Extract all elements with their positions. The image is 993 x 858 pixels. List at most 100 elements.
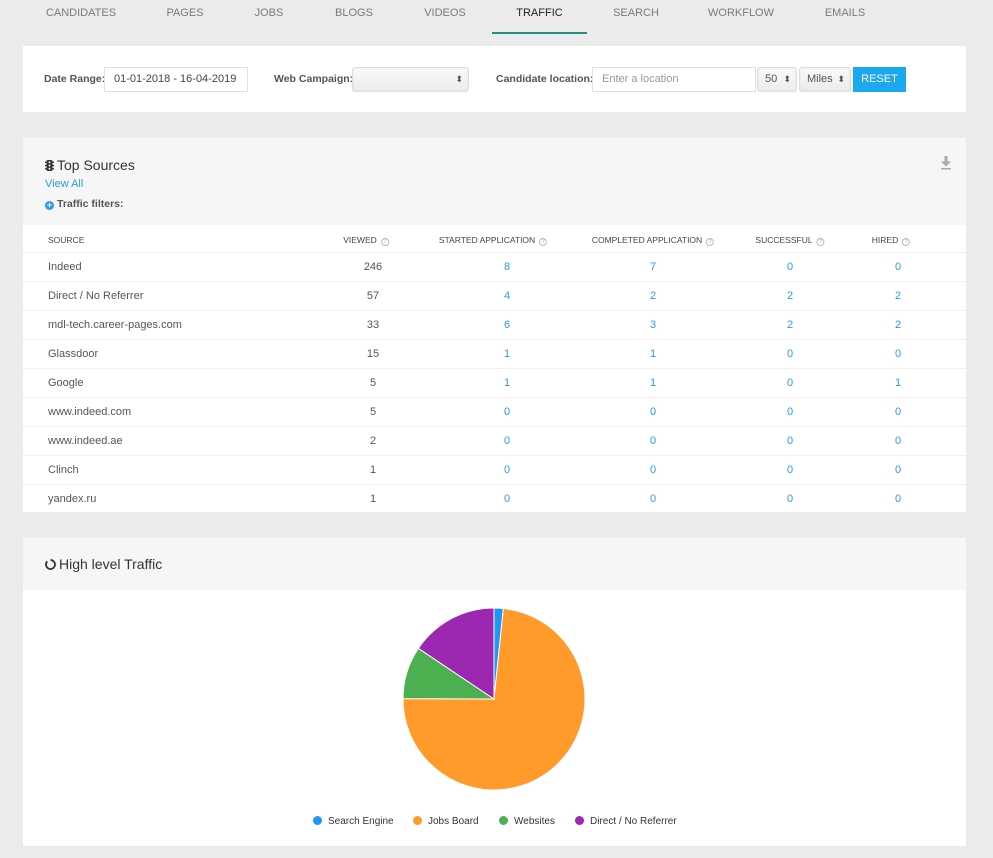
tab-search[interactable]: SEARCH <box>596 0 676 34</box>
column-header-label: SOURCE <box>48 235 85 245</box>
help-icon[interactable]: ? <box>816 238 825 246</box>
cell-completed[interactable]: 0 <box>633 435 673 447</box>
cell-hired[interactable]: 0 <box>878 464 918 476</box>
cell-successful[interactable]: 2 <box>770 290 810 302</box>
cell-viewed: 15 <box>366 348 380 360</box>
top-sources-header: Top Sources View All + Traffic filters: <box>23 138 966 225</box>
legend-dot-icon <box>499 816 508 825</box>
cell-viewed: 246 <box>363 261 383 273</box>
date-range-label: Date Range: <box>44 73 106 85</box>
cell-successful[interactable]: 0 <box>770 406 810 418</box>
cell-started[interactable]: 6 <box>487 319 527 331</box>
cell-completed[interactable]: 2 <box>633 290 673 302</box>
help-icon[interactable]: ? <box>706 238 715 246</box>
cell-viewed: 33 <box>366 319 380 331</box>
tab-blogs[interactable]: BLOGS <box>320 0 388 34</box>
cell-started[interactable]: 0 <box>487 406 527 418</box>
cell-started[interactable]: 1 <box>487 377 527 389</box>
analytics-tabs: CANDIDATES PAGES JOBS BLOGS VIDEOS TRAFFIC SEA… <box>0 0 993 34</box>
tab-videos[interactable]: VIDEOS <box>408 0 482 34</box>
legend-dot-icon <box>413 816 422 825</box>
legend-label: Websites <box>514 816 555 827</box>
radius-select[interactable]: 50 ⬍ <box>757 67 797 92</box>
legend-label: Jobs Board <box>428 816 479 827</box>
cell-viewed: 1 <box>369 493 377 505</box>
cell-started[interactable]: 0 <box>487 493 527 505</box>
traffic-light-icon <box>45 160 54 171</box>
cell-successful[interactable]: 0 <box>770 348 810 360</box>
table-header: SOURCE VIEWED? STARTED APPLICATION? COMPLET… <box>23 225 966 252</box>
cell-viewed: 57 <box>366 290 380 302</box>
traffic-filters-toggle[interactable]: + Traffic filters: <box>45 198 124 210</box>
table-row: Direct / No Referrer 57 4 2 2 2 <box>23 281 966 310</box>
cell-hired[interactable]: 1 <box>878 377 918 389</box>
cell-hired[interactable]: 0 <box>878 493 918 505</box>
legend-dot-icon <box>313 816 322 825</box>
cell-hired[interactable]: 2 <box>878 290 918 302</box>
cell-hired[interactable]: 0 <box>878 348 918 360</box>
cell-completed[interactable]: 1 <box>633 377 673 389</box>
help-icon[interactable]: ? <box>539 238 548 246</box>
cell-source: www.indeed.ae <box>48 435 123 447</box>
column-header-successful: SUCCESSFUL? <box>755 235 825 246</box>
web-campaign-select[interactable]: ⬍ <box>352 67 469 92</box>
date-range-input[interactable]: 01-01-2018 - 16-04-2019 <box>104 67 248 92</box>
cell-successful[interactable]: 0 <box>770 493 810 505</box>
unit-select[interactable]: Miles ⬍ <box>799 67 851 92</box>
cell-started[interactable]: 0 <box>487 464 527 476</box>
help-icon[interactable]: ? <box>380 238 389 246</box>
cell-hired[interactable]: 0 <box>878 406 918 418</box>
candidate-location-label: Candidate location: <box>496 73 594 85</box>
tab-traffic[interactable]: TRAFFIC <box>492 0 587 34</box>
cell-started[interactable]: 1 <box>487 348 527 360</box>
download-icon[interactable] <box>940 156 952 170</box>
cell-hired[interactable]: 0 <box>878 435 918 447</box>
cell-hired[interactable]: 2 <box>878 319 918 331</box>
help-icon[interactable]: ? <box>902 238 911 246</box>
top-sources-panel: Top Sources View All + Traffic filters: S… <box>23 138 966 512</box>
cell-successful[interactable]: 0 <box>770 261 810 273</box>
candidate-location-input[interactable]: Enter a location <box>592 67 756 92</box>
tab-workflow[interactable]: WORKFLOW <box>694 0 788 34</box>
reset-button[interactable]: RESET <box>853 67 906 92</box>
cell-started[interactable]: 8 <box>487 261 527 273</box>
cell-completed[interactable]: 0 <box>633 464 673 476</box>
tab-candidates[interactable]: CANDIDATES <box>40 0 122 34</box>
column-header-label: COMPLETED APPLICATION <box>591 235 703 245</box>
table-row: Glassdoor 15 1 1 0 0 <box>23 339 966 368</box>
cell-completed[interactable]: 1 <box>633 348 673 360</box>
radius-value: 50 <box>765 73 778 85</box>
legend-item[interactable]: Direct / No Referrer <box>575 816 677 827</box>
legend-dot-icon <box>575 816 584 825</box>
legend-item[interactable]: Jobs Board <box>413 816 479 827</box>
cell-started[interactable]: 0 <box>487 435 527 447</box>
traffic-filters-label: Traffic filters: <box>57 198 124 210</box>
view-all-link[interactable]: View All <box>45 178 83 190</box>
cell-completed[interactable]: 0 <box>633 493 673 505</box>
cell-completed[interactable]: 0 <box>633 406 673 418</box>
cell-completed[interactable]: 7 <box>633 261 673 273</box>
select-arrows-icon: ⬍ <box>837 74 845 84</box>
legend-item[interactable]: Search Engine <box>313 816 394 827</box>
cell-hired[interactable]: 0 <box>878 261 918 273</box>
top-sources-title-text: Top Sources <box>57 157 135 173</box>
column-header-label: HIRED <box>871 235 899 245</box>
column-header-label: SUCCESSFUL <box>755 235 813 245</box>
tab-jobs[interactable]: JOBS <box>239 0 299 34</box>
cell-successful[interactable]: 0 <box>770 435 810 447</box>
select-arrows-icon: ⬍ <box>783 74 791 84</box>
legend-label: Direct / No Referrer <box>590 816 677 827</box>
cell-started[interactable]: 4 <box>487 290 527 302</box>
cell-successful[interactable]: 0 <box>770 377 810 389</box>
cell-successful[interactable]: 0 <box>770 464 810 476</box>
tab-emails[interactable]: EMAILS <box>806 0 884 34</box>
cell-source: Google <box>48 377 84 389</box>
plus-circle-icon: + <box>45 200 54 210</box>
cell-successful[interactable]: 2 <box>770 319 810 331</box>
tab-pages[interactable]: PAGES <box>150 0 220 34</box>
filter-bar: Date Range: 01-01-2018 - 16-04-2019 Web … <box>23 46 966 112</box>
table-row: Indeed 246 8 7 0 0 <box>23 252 966 281</box>
column-header-hired: HIRED? <box>871 235 911 246</box>
cell-completed[interactable]: 3 <box>633 319 673 331</box>
legend-item[interactable]: Websites <box>499 816 555 827</box>
